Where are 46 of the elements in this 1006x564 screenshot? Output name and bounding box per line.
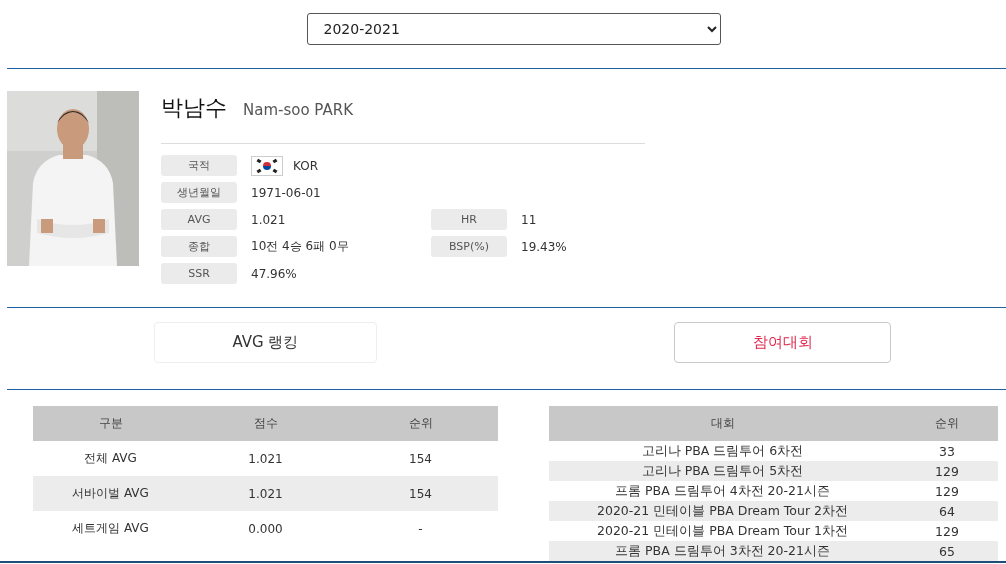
column-header: 순위 <box>896 406 998 441</box>
field-value: 1971-06-01 <box>251 185 321 200</box>
column-header: 순위 <box>343 406 498 441</box>
table-cell: 129 <box>896 481 998 501</box>
table-cell: 0.000 <box>188 511 343 546</box>
flag-icon <box>251 155 283 176</box>
table-cell: 서바이벌 AVG <box>33 476 188 511</box>
table-cell: 2020-21 민테이블 PBA Dream Tour 2차전 <box>549 501 896 521</box>
field-value: 47.96% <box>251 266 297 281</box>
field-label: 생년월일 <box>161 182 237 203</box>
table-cell: 전체 AVG <box>33 441 188 476</box>
table-cell: 129 <box>896 521 998 541</box>
table-cell: 고리나 PBA 드림투어 6차전 <box>549 441 896 461</box>
table-cell: 프롬 PBA 드림투어 3차전 20-21시즌 <box>549 541 896 561</box>
field-label: 종합 <box>161 236 237 257</box>
table-cell: 154 <box>343 476 498 511</box>
table-cell: 64 <box>896 501 998 521</box>
table-cell: 2020-21 민테이블 PBA Dream Tour 1차전 <box>549 521 896 541</box>
season-dropdown[interactable]: 2020-2021 <box>306 13 721 45</box>
player-english-name: Nam-soo PARK <box>243 101 353 119</box>
column-header: 대회 <box>549 406 896 441</box>
table-cell: 프롬 PBA 드림투어 4차전 20-21시즌 <box>549 481 896 501</box>
table-cell: - <box>343 511 498 546</box>
field-label: HR <box>431 209 507 230</box>
table-cell: 1.021 <box>188 476 343 511</box>
tab[interactable]: AVG 랭킹 <box>154 322 377 363</box>
field-value: 19.43% <box>521 239 567 254</box>
table-cell: 고리나 PBA 드림투어 5차전 <box>549 461 896 481</box>
table-cell: 65 <box>896 541 998 561</box>
tab[interactable]: 참여대회 <box>674 322 891 363</box>
field-value: KOR <box>293 158 318 173</box>
field-value: 10전 4승 6패 0무 <box>251 238 349 255</box>
column-header: 구분 <box>33 406 188 441</box>
table-cell: 33 <box>896 441 998 461</box>
table-cell: 154 <box>343 441 498 476</box>
table-cell: 세트게임 AVG <box>33 511 188 546</box>
field-label: BSP(%) <box>431 236 507 257</box>
field-value: 11 <box>521 212 537 227</box>
player-name: 박남수 <box>161 94 227 122</box>
column-header: 점수 <box>188 406 343 441</box>
field-label: SSR <box>161 263 237 284</box>
field-value: 1.021 <box>251 212 286 227</box>
table-cell: 129 <box>896 461 998 481</box>
field-label: 국적 <box>161 155 237 176</box>
field-label: AVG <box>161 209 237 230</box>
table-cell: 1.021 <box>188 441 343 476</box>
